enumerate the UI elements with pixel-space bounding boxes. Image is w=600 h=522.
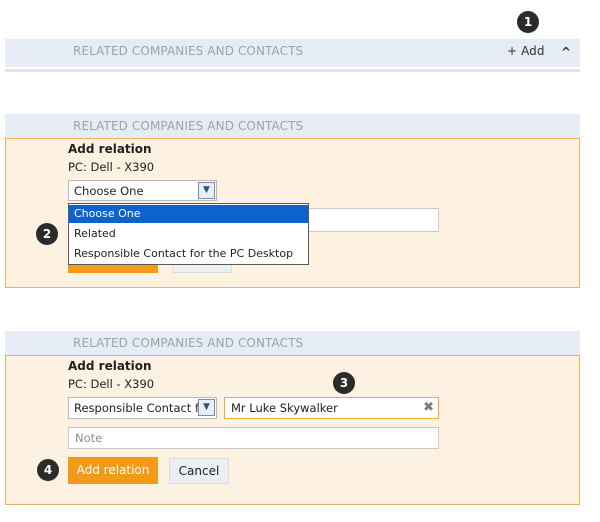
panel-title: Add relation	[68, 359, 152, 373]
section-header-3: RELATED COMPANIES AND CONTACTS	[5, 331, 580, 355]
section-title: RELATED COMPANIES AND CONTACTS	[73, 44, 304, 58]
collapse-chevron-icon[interactable]: ^	[561, 45, 571, 59]
section-header-2: RELATED COMPANIES AND CONTACTS	[5, 114, 580, 138]
dropdown-option[interactable]: Related	[69, 225, 308, 243]
cancel-button[interactable]: Cancel	[169, 458, 229, 484]
contact-input[interactable]	[300, 208, 439, 232]
section-separator	[5, 69, 580, 72]
relation-type-dropdown: Choose One Related Responsible Contact f…	[68, 203, 309, 265]
select-value: Choose One	[74, 184, 144, 198]
add-link[interactable]: + Add	[507, 44, 545, 58]
step-badge-1: 1	[517, 11, 539, 33]
section-header-collapsed: RELATED COMPANIES AND CONTACTS + Add ^	[5, 39, 580, 67]
dropdown-option[interactable]: Choose One	[69, 205, 308, 223]
contact-input[interactable]: Mr Luke Skywalker ✖	[224, 397, 439, 419]
section-title: RELATED COMPANIES AND CONTACTS	[73, 336, 304, 350]
step-badge-4: 4	[37, 459, 59, 481]
step-badge-3: 3	[333, 372, 355, 394]
contact-value: Mr Luke Skywalker	[231, 401, 338, 415]
step-badge-2: 2	[36, 223, 58, 245]
clear-icon[interactable]: ✖	[423, 400, 434, 415]
chevron-down-icon[interactable]: ▼	[198, 182, 215, 199]
section-title: RELATED COMPANIES AND CONTACTS	[73, 119, 304, 133]
dropdown-option[interactable]: Responsible Contact for the PC Desktop	[69, 245, 308, 263]
select-value: Responsible Contact for the PC Desktop	[74, 401, 199, 415]
note-input[interactable]: Note	[68, 427, 439, 449]
panel-subtitle: PC: Dell - X390	[68, 160, 155, 174]
add-relation-button[interactable]: Add relation	[68, 457, 158, 484]
panel-title: Add relation	[68, 142, 152, 156]
note-placeholder: Note	[75, 431, 103, 445]
chevron-down-icon[interactable]: ▼	[198, 399, 215, 416]
relation-type-select[interactable]: Choose One ▼	[68, 180, 217, 201]
relation-type-select[interactable]: Responsible Contact for the PC Desktop ▼	[68, 397, 217, 419]
panel-subtitle: PC: Dell - X390	[68, 377, 155, 391]
